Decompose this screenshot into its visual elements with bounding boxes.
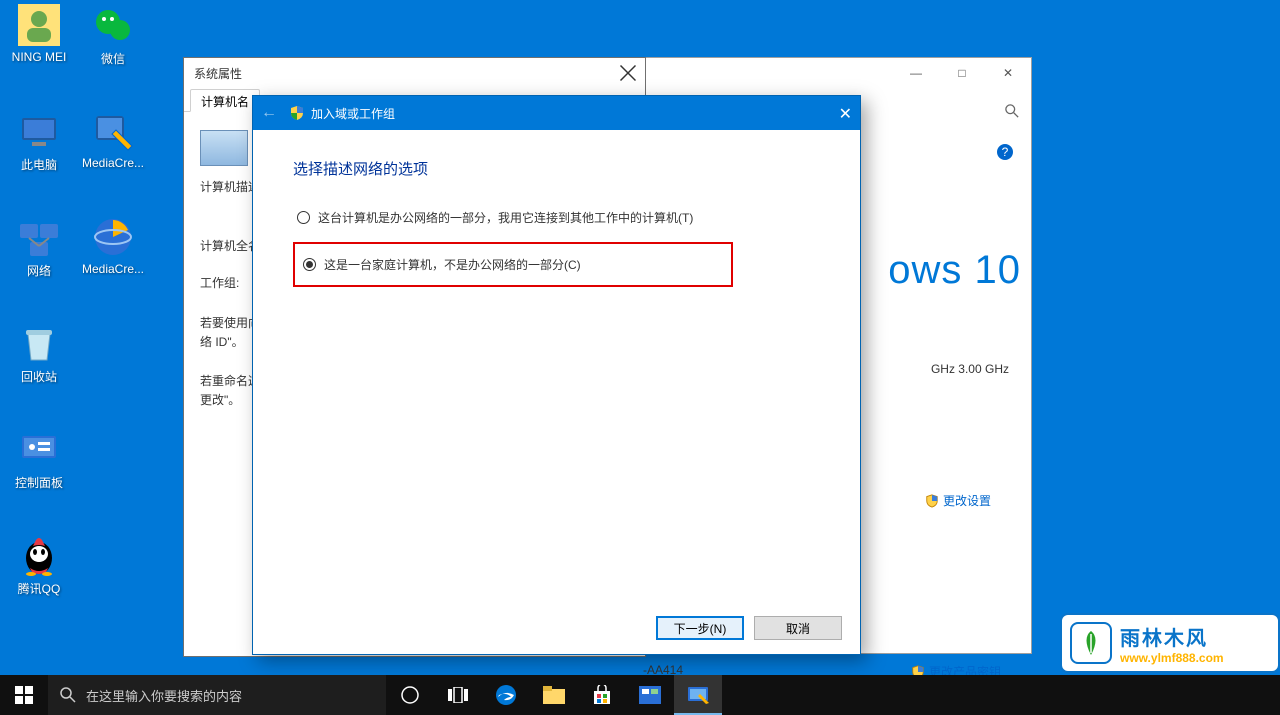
netid-hint-1: 若要使用向: [200, 314, 260, 333]
desktop-icon-user[interactable]: NING MEI: [4, 4, 74, 64]
taskbar-search[interactable]: 在这里输入你要搜索的内容: [48, 675, 386, 715]
desktop-icon-this-pc[interactable]: 此电脑: [4, 110, 74, 173]
desktop-icon-qq[interactable]: 腾讯QQ: [4, 534, 74, 597]
close-button[interactable]: ✕: [985, 58, 1031, 88]
search-placeholder: 在这里输入你要搜索的内容: [86, 686, 242, 705]
desktop-icon-label: 回收站: [4, 368, 74, 385]
search-icon: [60, 687, 76, 703]
dialog-titlebar[interactable]: 系统属性: [184, 58, 645, 88]
close-icon[interactable]: [619, 64, 637, 82]
shield-icon: [925, 494, 939, 508]
taskbar-explorer[interactable]: [530, 675, 578, 715]
close-button[interactable]: ✕: [839, 104, 852, 124]
join-domain-wizard: ← 加入域或工作组 ✕ 选择描述网络的选项 这台计算机是办公网络的一部分，我用它…: [252, 95, 861, 655]
watermark-logo: 雨林木风 www.ylmf888.com: [1060, 613, 1280, 673]
desktop-icon-label: 此电脑: [4, 156, 74, 173]
desktop-icon-recycle-bin[interactable]: 回收站: [4, 322, 74, 385]
taskbar-cortana[interactable]: [386, 675, 434, 715]
wizard-titlebar[interactable]: ← 加入域或工作组 ✕: [253, 96, 860, 130]
radio-icon: [303, 258, 316, 271]
next-button[interactable]: 下一步(N): [656, 616, 744, 640]
rename-hint-1: 若重命名这: [200, 372, 260, 391]
back-button[interactable]: ←: [261, 104, 277, 122]
wizard-body: 选择描述网络的选项 这台计算机是办公网络的一部分，我用它连接到其他工作中的计算机…: [253, 130, 860, 315]
minimize-button[interactable]: —: [893, 58, 939, 88]
dialog-title: 系统属性: [194, 65, 242, 82]
radio-option-business[interactable]: 这台计算机是办公网络的一部分，我用它连接到其他工作中的计算机(T): [293, 203, 820, 232]
desktop-icon-mediacre2[interactable]: MediaCre...: [78, 216, 148, 276]
help-icon[interactable]: ?: [997, 144, 1013, 160]
taskbar: 在这里输入你要搜索的内容: [0, 675, 1280, 715]
cpu-spec-text: GHz 3.00 GHz: [931, 362, 1009, 376]
maximize-button[interactable]: □: [939, 58, 985, 88]
taskbar-taskview[interactable]: [434, 675, 482, 715]
taskbar-pinned: [386, 675, 722, 715]
desktop-icon-label: 微信: [78, 50, 148, 67]
desktop-icon-label: 腾讯QQ: [4, 580, 74, 597]
wizard-title: 加入域或工作组: [311, 105, 395, 122]
desktop-icon-mediacre1[interactable]: MediaCre...: [78, 110, 148, 170]
wizard-buttons: 下一步(N) 取消: [656, 616, 842, 640]
taskbar-app1[interactable]: [626, 675, 674, 715]
taskbar-store[interactable]: [578, 675, 626, 715]
desc-label: 计算机描述: [200, 178, 260, 197]
wizard-heading: 选择描述网络的选项: [293, 158, 820, 179]
leaf-icon: [1070, 622, 1112, 664]
change-settings-link[interactable]: 更改设置: [925, 492, 991, 509]
desktop-icon-control-panel[interactable]: 控制面板: [4, 428, 74, 491]
desktop-icon-network[interactable]: 网络: [4, 216, 74, 279]
computer-icon: [200, 130, 248, 166]
desktop-icon-label: 网络: [4, 262, 74, 279]
desktop-icon-label: MediaCre...: [78, 156, 148, 170]
desktop-icon-label: MediaCre...: [78, 262, 148, 276]
rename-hint-2: 更改"。: [200, 391, 240, 410]
taskbar-app-active[interactable]: [674, 675, 722, 715]
desktop-icon-wechat[interactable]: 微信: [78, 4, 148, 67]
radio-option-home[interactable]: 这是一台家庭计算机，不是办公网络的一部分(C): [299, 250, 727, 279]
shield-icon: [289, 105, 305, 121]
cancel-button[interactable]: 取消: [754, 616, 842, 640]
workgroup-label: 工作组:: [200, 274, 239, 293]
radio-label: 这台计算机是办公网络的一部分，我用它连接到其他工作中的计算机(T): [318, 209, 693, 226]
netid-hint-2: 络 ID"。: [200, 333, 244, 352]
watermark-title: 雨林木风: [1120, 622, 1224, 651]
radio-icon: [297, 211, 310, 224]
tab-computer-name[interactable]: 计算机名: [190, 89, 260, 112]
radio-label: 这是一台家庭计算机，不是办公网络的一部分(C): [324, 256, 581, 273]
search-icon[interactable]: [1005, 104, 1019, 118]
highlight-box: 这是一台家庭计算机，不是办公网络的一部分(C): [293, 242, 733, 287]
windows-brand-text: ows 10: [888, 248, 1021, 293]
link-label: 更改设置: [943, 492, 991, 509]
fullname-label: 计算机全名: [200, 237, 260, 256]
desktop-icon-label: 控制面板: [4, 474, 74, 491]
windows-logo-icon: [15, 686, 33, 704]
start-button[interactable]: [0, 675, 48, 715]
desktop-icon-label: NING MEI: [4, 50, 74, 64]
taskbar-edge[interactable]: [482, 675, 530, 715]
watermark-url: www.ylmf888.com: [1120, 651, 1224, 665]
